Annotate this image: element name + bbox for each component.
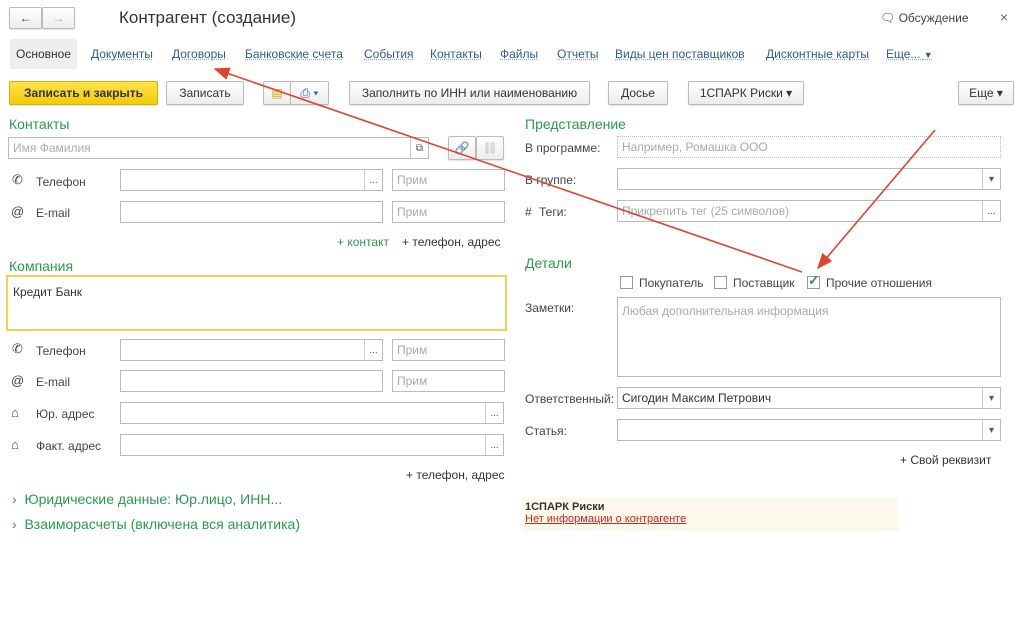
annotation-arrows	[213, 67, 936, 273]
arrow-to-checkbox	[816, 129, 936, 270]
arrow-to-contracts	[213, 67, 803, 273]
